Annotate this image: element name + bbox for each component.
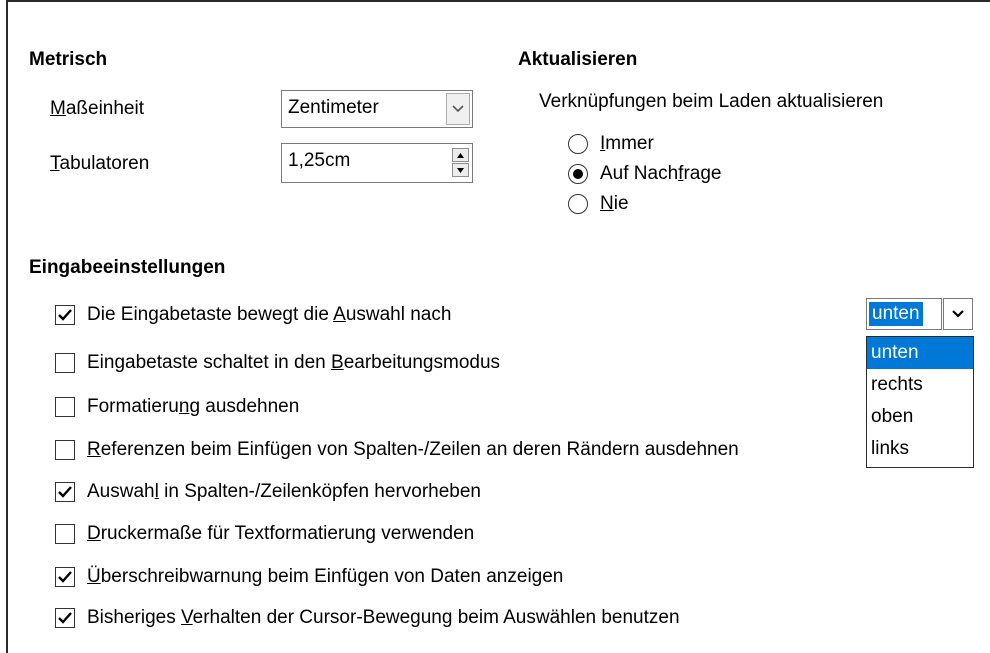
radio-always-label: Immer [600, 133, 654, 154]
radio-always[interactable] [568, 134, 588, 154]
checkbox-overwrite-warning-label: Überschreibwarnung beim Einfügen von Dat… [87, 566, 564, 587]
window-frame-left [6, 0, 8, 653]
checkbox-highlight-selection[interactable] [55, 482, 75, 502]
metric-heading: Metrisch [29, 49, 108, 70]
direction-option-rechts[interactable]: rechts [867, 369, 973, 401]
checkbox-highlight-selection-label: Auswahl in Spalten-/Zeilenköpfen hervorh… [87, 481, 481, 502]
direction-option-oben[interactable]: oben [867, 401, 973, 433]
unit-label: Maßeinheit [50, 98, 144, 119]
checkbox-overwrite-warning[interactable] [55, 567, 75, 587]
direction-select[interactable]: unten [866, 298, 942, 330]
spin-up-button[interactable] [452, 148, 469, 162]
checkmark-icon [58, 612, 72, 624]
radio-selected-dot [573, 169, 583, 179]
checkbox-expand-formatting-label: Formatierung ausdehnen [87, 396, 300, 417]
update-subtitle: Verknüpfungen beim Laden aktualisieren [539, 91, 884, 112]
checkbox-enter-edit-mode-label: Eingabetaste schaltet in den Bearbeitung… [87, 352, 501, 373]
unit-select-value: Zentimeter [288, 97, 379, 118]
checkbox-enter-edit-mode[interactable] [55, 353, 75, 373]
tabs-spinfield[interactable]: 1,25cm [281, 143, 473, 183]
checkmark-icon [58, 309, 72, 321]
checkmark-icon [58, 571, 72, 583]
direction-option-unten[interactable]: unten [867, 337, 973, 369]
tabs-spinfield-value: 1,25cm [288, 150, 351, 171]
spin-arrows-icon [452, 148, 469, 178]
direction-dropdown-list: unten rechts oben links [866, 336, 974, 468]
checkbox-enter-moves-label: Die Eingabetaste bewegt die Auswahl nach [87, 304, 452, 325]
update-heading: Aktualisieren [518, 49, 638, 70]
input-heading: Eingabeeinstellungen [29, 257, 226, 278]
radio-never[interactable] [568, 194, 588, 214]
direction-option-links[interactable]: links [867, 433, 973, 465]
chevron-down-icon[interactable] [943, 298, 973, 330]
checkbox-legacy-cursor-label: Bisheriges Verhalten der Cursor-Bewegung… [87, 607, 680, 628]
checkbox-expand-references-label: Referenzen beim Einfügen von Spalten-/Ze… [87, 439, 739, 460]
chevron-down-icon[interactable] [446, 93, 470, 125]
radio-on-request-label: Auf Nachfrage [600, 163, 722, 184]
checkbox-legacy-cursor[interactable] [55, 608, 75, 628]
checkbox-printer-metrics-label: Druckermaße für Textformatierung verwend… [87, 523, 475, 544]
checkmark-icon [58, 486, 72, 498]
window-frame-top [6, 0, 990, 2]
unit-select[interactable]: Zentimeter [281, 90, 473, 128]
checkbox-expand-formatting[interactable] [55, 397, 75, 417]
radio-never-label: Nie [600, 193, 629, 214]
radio-on-request[interactable] [568, 164, 588, 184]
checkbox-printer-metrics[interactable] [55, 524, 75, 544]
spin-down-button[interactable] [452, 163, 469, 177]
checkbox-expand-references[interactable] [55, 440, 75, 460]
tabs-label: Tabulatoren [50, 153, 150, 174]
direction-select-value: unten [869, 302, 923, 326]
checkbox-enter-moves[interactable] [55, 305, 75, 325]
